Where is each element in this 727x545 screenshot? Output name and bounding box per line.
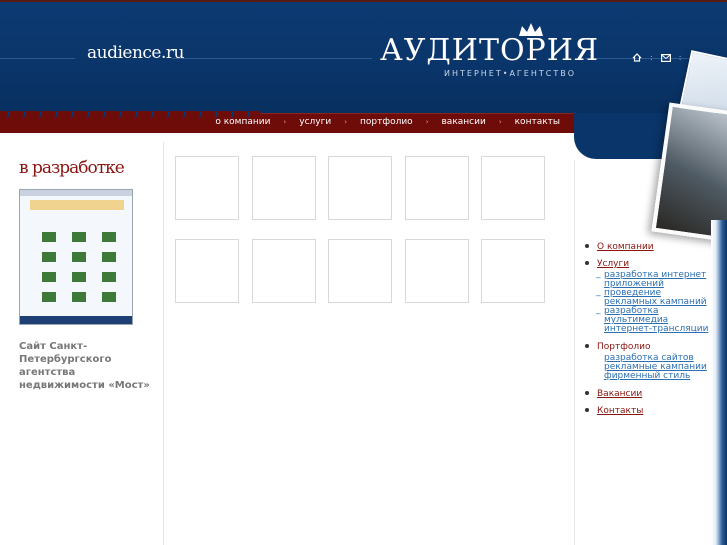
thumb-cell xyxy=(102,232,116,242)
nav-item-portfolio[interactable]: портфолио xyxy=(360,117,413,127)
side-link-company[interactable]: О компании xyxy=(597,242,654,252)
logo-subtitle: ИНТЕРНЕТ•АГЕНТСТВО xyxy=(444,69,577,78)
thumb-browser-bar xyxy=(20,190,132,196)
thumb-cell xyxy=(102,292,116,302)
side-link-portfolio[interactable]: Портфолио xyxy=(597,342,651,352)
portfolio-thumbnail[interactable] xyxy=(252,239,316,303)
thumb-cell xyxy=(102,272,116,282)
icon-separator: : xyxy=(678,53,682,62)
left-column-divider xyxy=(163,142,164,545)
nav-separator: › xyxy=(425,118,429,126)
nav-separator: › xyxy=(344,118,348,126)
side-link-vacancies[interactable]: Вакансии xyxy=(597,389,642,399)
top-nav: о компании › услуги › портфолио › ваканс… xyxy=(215,117,560,127)
portfolio-thumbnail[interactable] xyxy=(481,239,545,303)
thumb-header-band xyxy=(30,200,124,210)
bullet-icon xyxy=(585,391,589,395)
side-link-services[interactable]: Услуги xyxy=(597,259,629,269)
side-menu-item-company: О компании xyxy=(584,242,714,252)
side-menu: О компании Услуги разработка интернет пр… xyxy=(584,242,714,423)
top-navigation-bar: о компании › услуги › портфолио › ваканс… xyxy=(0,111,574,133)
project-caption[interactable]: Сайт Санкт-Петербургского агентства недв… xyxy=(19,340,159,392)
header-rule-middle xyxy=(172,58,372,59)
side-menu-item-vacancies: Вакансии xyxy=(584,389,714,399)
side-menu-item-services: Услуги xyxy=(584,259,714,269)
services-submenu: разработка интернет приложений проведени… xyxy=(596,270,714,334)
nav-separator: › xyxy=(283,118,287,126)
bullet-icon xyxy=(585,244,589,248)
sub-link-ad-campaigns[interactable]: проведение рекламных кампаний xyxy=(596,288,714,307)
portfolio-thumbnail[interactable] xyxy=(328,156,392,220)
bullet-icon xyxy=(585,408,589,412)
portfolio-thumbnail[interactable] xyxy=(481,156,545,220)
thumb-cell xyxy=(42,252,56,262)
thumb-cell xyxy=(72,252,86,262)
portfolio-thumbnail[interactable] xyxy=(175,156,239,220)
project-screenshot-thumbnail[interactable] xyxy=(19,189,133,325)
thumb-cell xyxy=(72,272,86,282)
portfolio-thumbnail[interactable] xyxy=(405,156,469,220)
thumb-cell xyxy=(72,232,86,242)
nav-item-company[interactable]: о компании xyxy=(215,117,270,127)
thumb-cell xyxy=(102,252,116,262)
icon-separator: : xyxy=(650,53,653,62)
portfolio-thumbnail[interactable] xyxy=(252,156,316,220)
side-link-contacts[interactable]: Контакты xyxy=(597,406,643,416)
nav-item-services[interactable]: услуги xyxy=(299,117,331,127)
thumb-cell xyxy=(42,232,56,242)
thumb-footer-band xyxy=(20,316,132,324)
nav-item-contacts[interactable]: контакты xyxy=(515,117,560,127)
sub-link-multimedia[interactable]: разработка мультимедиа интернет-трансляц… xyxy=(596,306,714,334)
header-top-line xyxy=(0,0,727,2)
side-menu-item-contacts: Контакты xyxy=(584,406,714,416)
portfolio-submenu: разработка сайтов рекламные кампании фир… xyxy=(604,354,714,381)
side-menu-item-portfolio: Портфолио xyxy=(584,342,714,352)
mail-icon[interactable] xyxy=(660,53,671,62)
header: audience.ru АУДИТОРИЯ ИНТЕРНЕТ•АГЕНТСТВО… xyxy=(0,0,727,113)
bullet-icon xyxy=(585,261,589,265)
portfolio-thumbnail[interactable] xyxy=(405,239,469,303)
header-rule-left xyxy=(0,58,75,59)
thumb-cell xyxy=(42,272,56,282)
home-icon[interactable] xyxy=(632,53,642,62)
portfolio-thumbnail[interactable] xyxy=(328,239,392,303)
in-development-title: в разработке xyxy=(19,158,125,178)
sub-link-branding[interactable]: фирменный стиль xyxy=(604,372,714,381)
sub-link-web-apps[interactable]: разработка интернет приложений xyxy=(596,270,714,289)
right-column-divider xyxy=(574,160,575,545)
nav-item-vacancies[interactable]: вакансии xyxy=(442,117,486,127)
nav-separator: › xyxy=(498,118,502,126)
portfolio-thumbnail[interactable] xyxy=(175,239,239,303)
site-name: audience.ru xyxy=(87,43,184,63)
thumb-cell xyxy=(72,292,86,302)
bullet-icon xyxy=(585,344,589,348)
thumb-cell xyxy=(42,292,56,302)
logo-text[interactable]: АУДИТОРИЯ xyxy=(380,36,599,66)
